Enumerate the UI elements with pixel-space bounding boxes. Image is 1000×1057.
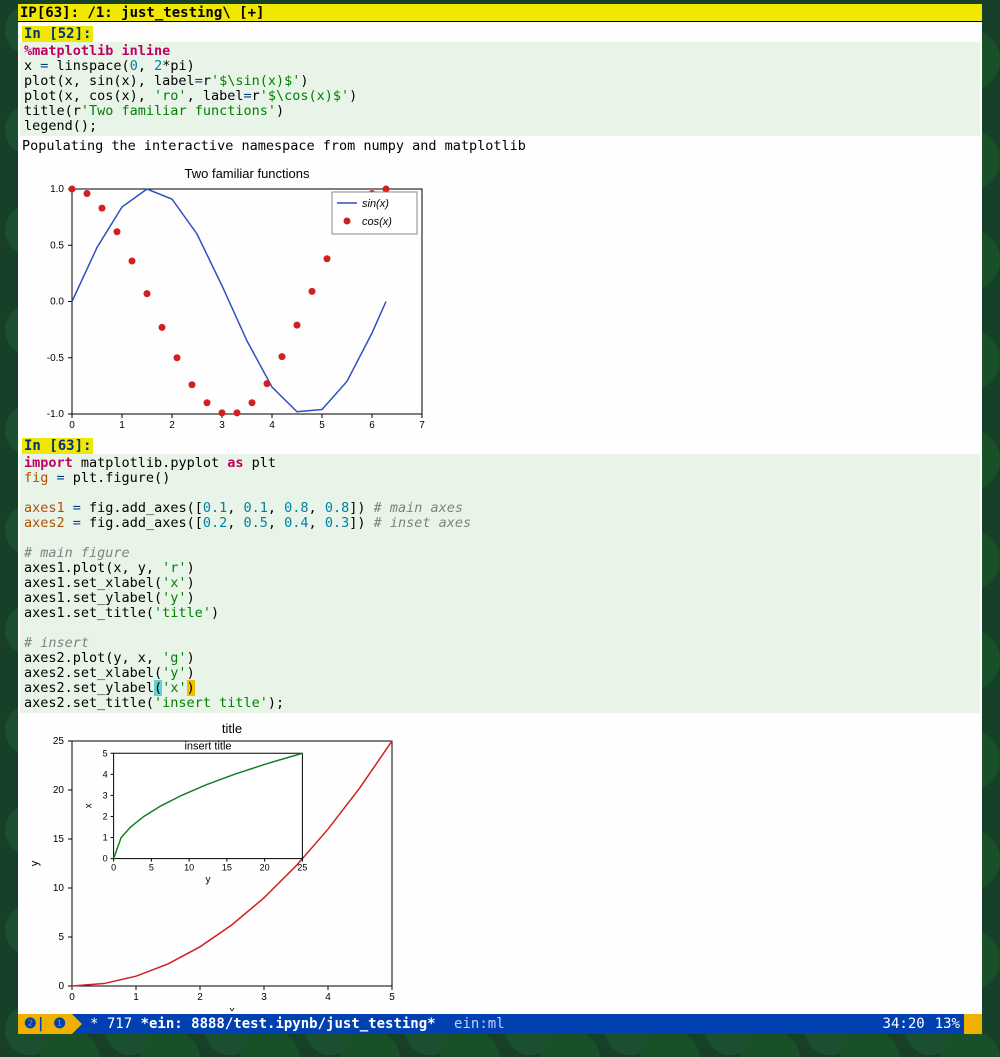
modeline-right: 34:20 13% — [879, 1014, 964, 1034]
modeline-text: * 717 *ein: 8888/test.ipynb/just_testing… — [82, 1014, 879, 1034]
svg-text:cos(x): cos(x) — [362, 216, 392, 228]
svg-text:3: 3 — [219, 420, 225, 431]
cell-prompt-1: In [52]: — [22, 26, 93, 42]
svg-text:2: 2 — [197, 992, 203, 1003]
modeline-position: 34:20 — [883, 1014, 925, 1034]
cell-output-1: Populating the interactive namespace fro… — [18, 136, 982, 156]
mode-line: ❷| ❶ * 717 *ein: 8888/test.ipynb/just_te… — [18, 1014, 982, 1034]
svg-text:5: 5 — [103, 748, 108, 758]
svg-text:20: 20 — [260, 863, 270, 873]
chart-2-svg: 0 1 2 3 4 5 0 5 10 15 20 25 title x y 0 5 10 15 20 25 0 1 2 3 4 5 i… — [22, 721, 402, 1011]
svg-text:-1.0: -1.0 — [47, 409, 65, 420]
cell-prompt-2: In [63]: — [22, 438, 93, 454]
modeline-end-block — [964, 1014, 982, 1034]
svg-text:25: 25 — [53, 736, 65, 747]
svg-text:x: x — [229, 1005, 235, 1011]
plot-2: 0 1 2 3 4 5 0 5 10 15 20 25 title x y 0 5 10 15 20 25 0 1 2 3 4 5 i… — [22, 721, 402, 1011]
modeline-buffer-name[interactable]: *ein: 8888/test.ipynb/just_testing* — [141, 1016, 436, 1032]
svg-text:7: 7 — [419, 420, 425, 431]
svg-text:5: 5 — [58, 932, 64, 943]
modeline-workspace-indicator[interactable]: ❷| ❶ — [18, 1014, 72, 1034]
svg-text:0.5: 0.5 — [50, 240, 64, 251]
svg-text:0: 0 — [103, 854, 108, 864]
svg-text:y: y — [29, 860, 41, 866]
svg-text:0.0: 0.0 — [50, 297, 64, 308]
svg-text:1: 1 — [133, 992, 139, 1003]
svg-text:20: 20 — [53, 785, 65, 796]
svg-text:3: 3 — [103, 790, 108, 800]
plot-1: 0 1 2 3 4 5 6 7 -1.0 -0.5 0.0 0.5 1.0 Two familiar fu… — [22, 164, 432, 434]
svg-text:2: 2 — [169, 420, 175, 431]
title-bar: IP[63]: /1: just_testing\ [+] — [18, 4, 982, 22]
chart-1-svg: 0 1 2 3 4 5 6 7 -1.0 -0.5 0.0 0.5 1.0 Two familiar fu… — [22, 164, 432, 434]
svg-text:15: 15 — [53, 834, 65, 845]
svg-text:25: 25 — [297, 863, 307, 873]
title-text: IP[63]: /1: just_testing\ [+] — [20, 5, 264, 21]
svg-text:y: y — [206, 875, 211, 886]
svg-text:0: 0 — [58, 981, 64, 992]
svg-text:0: 0 — [69, 992, 75, 1003]
modeline-arrow-icon — [72, 1014, 82, 1034]
svg-text:Two familiar functions: Two familiar functions — [185, 166, 310, 181]
svg-text:1: 1 — [103, 833, 108, 843]
svg-text:15: 15 — [222, 863, 232, 873]
svg-text:0: 0 — [69, 420, 75, 431]
svg-text:0: 0 — [111, 863, 116, 873]
modeline-line: 717 — [107, 1016, 132, 1032]
code-cell-2[interactable]: import matplotlib.pyplot as plt fig = pl… — [20, 454, 980, 713]
notebook-content[interactable]: In [52]: %matplotlib inline x = linspace… — [18, 22, 982, 1014]
svg-text:1: 1 — [119, 420, 125, 431]
svg-text:10: 10 — [184, 863, 194, 873]
svg-text:5: 5 — [149, 863, 154, 873]
svg-text:4: 4 — [325, 992, 331, 1003]
modeline-modified: * — [90, 1016, 98, 1032]
modeline-percent: 13% — [935, 1014, 960, 1034]
svg-text:insert title: insert title — [184, 740, 231, 752]
editor-window: IP[63]: /1: just_testing\ [+] In [52]: %… — [18, 4, 982, 1034]
svg-text:5: 5 — [319, 420, 325, 431]
svg-text:3: 3 — [261, 992, 267, 1003]
svg-text:2: 2 — [103, 811, 108, 821]
svg-text:5: 5 — [389, 992, 395, 1003]
modeline-major-mode[interactable]: ein:ml — [454, 1016, 505, 1032]
svg-text:x: x — [84, 803, 95, 808]
svg-text:title: title — [222, 721, 242, 736]
svg-text:sin(x): sin(x) — [362, 198, 389, 210]
svg-text:6: 6 — [369, 420, 375, 431]
svg-text:4: 4 — [269, 420, 275, 431]
svg-text:4: 4 — [103, 769, 108, 779]
svg-text:-0.5: -0.5 — [47, 353, 65, 364]
svg-text:1.0: 1.0 — [50, 184, 64, 195]
code-cell-1[interactable]: %matplotlib inline x = linspace(0, 2*pi)… — [20, 42, 980, 136]
svg-text:10: 10 — [53, 883, 65, 894]
